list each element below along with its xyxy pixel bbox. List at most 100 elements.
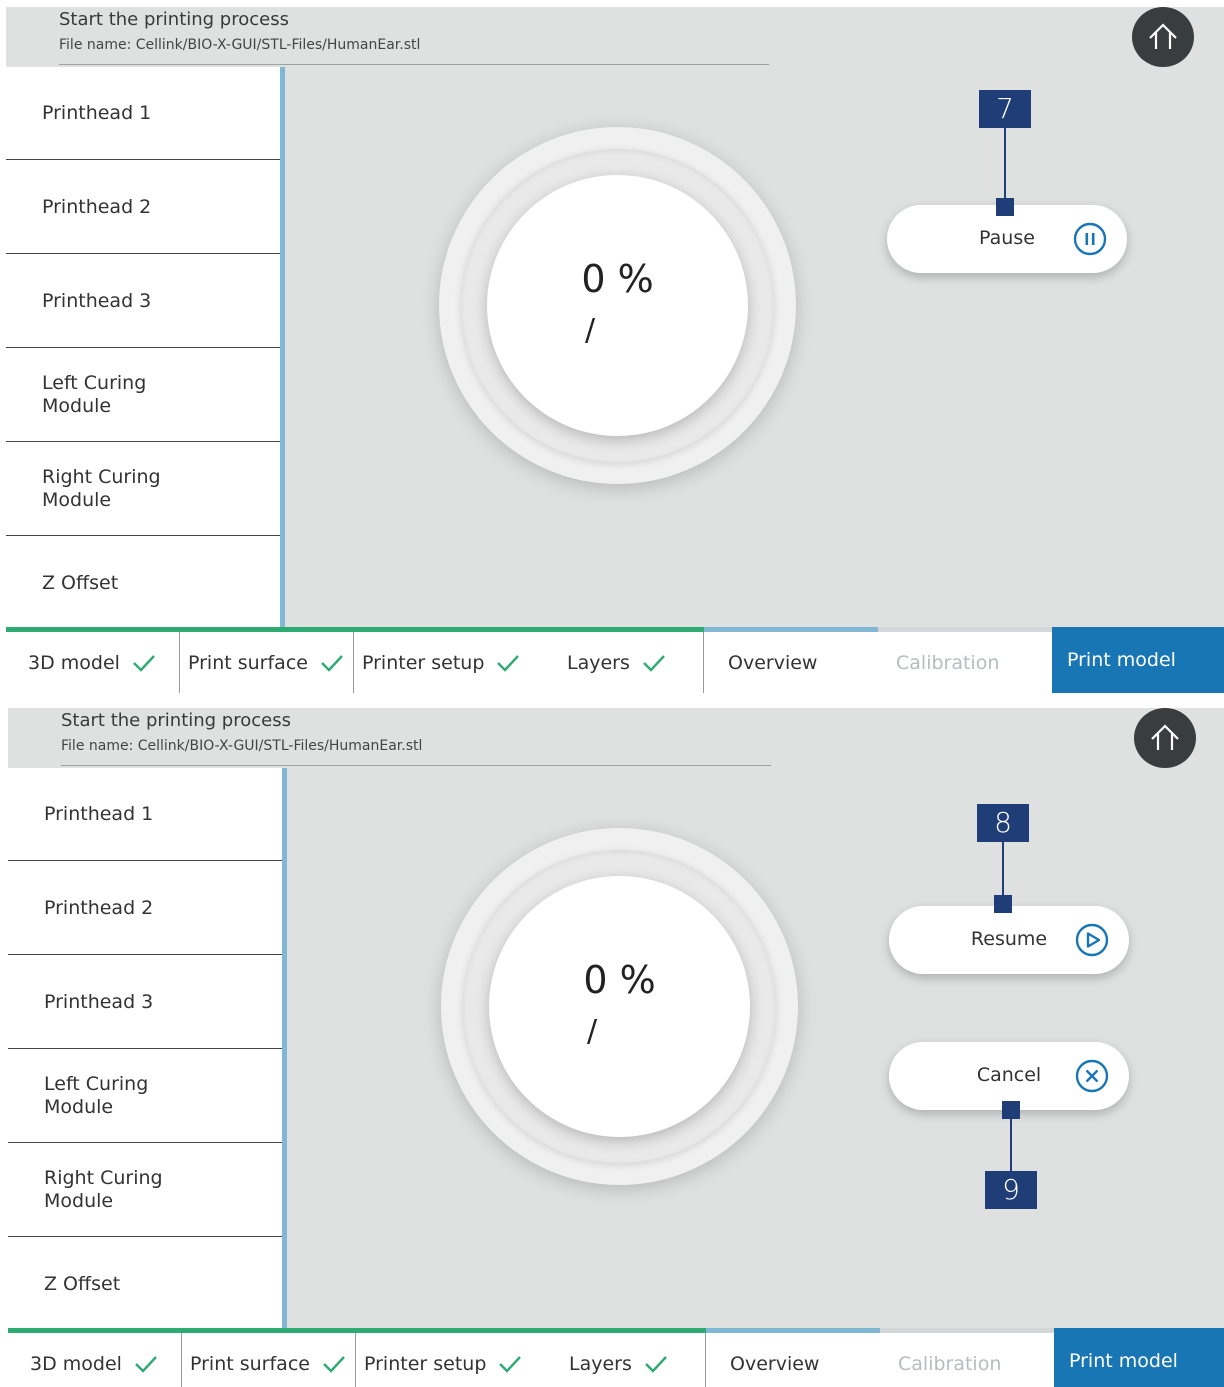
progress-percent: 0 % [583,958,656,1002]
sidebar-item-printhead-2[interactable]: Printhead 2 [6,161,280,254]
file-name: File name: Cellink/BIO-X-GUI/STL-Files/H… [59,37,421,53]
sidebar-item-label: Left Curing Module [44,1073,149,1118]
sidebar-item-z-offset[interactable]: Z Offset [6,537,280,630]
page-title: Start the printing process [59,9,289,30]
resume-button[interactable]: Resume [889,906,1129,974]
sidebar-border [280,67,285,627]
tab-calibration[interactable]: Calibration [880,1333,1054,1387]
wizard-tabbar: 3D model Print surface Printer setup Lay… [6,627,1224,693]
progress-dial-center: 0 % / [487,175,748,436]
sidebar-item-label: Printhead 1 [44,802,154,825]
sidebar-item-label: Z Offset [42,572,119,594]
sidebar-item-label: Right Curing Module [44,1167,163,1212]
sidebar-item-label: Printhead 3 [44,990,154,1013]
callout-cancel-number: 9 [985,1171,1037,1209]
tab-label: Print model [1067,649,1176,671]
tab-label: Print surface [190,1352,310,1375]
home-icon [1151,724,1179,750]
progress-percent: 0 % [581,257,654,301]
header-divider [61,765,771,766]
sidebar-item-printhead-1[interactable]: Printhead 1 [8,768,282,861]
wizard-tabbar: 3D model Print surface Printer setup Lay… [8,1328,1224,1387]
tab-label: Overview [728,651,818,674]
sidebar-item-printhead-2[interactable]: Printhead 2 [8,862,282,955]
tab-label: 3D model [30,1352,122,1375]
check-icon [321,654,343,672]
close-circle-icon [1075,1059,1109,1093]
tab-3d-model[interactable]: 3D model [6,632,180,693]
tab-layers[interactable]: Layers [528,632,704,693]
tab-3d-model[interactable]: 3D model [8,1333,182,1387]
callout-resume-anchor [994,895,1012,913]
tab-label: Layers [569,1352,632,1375]
check-icon [133,654,155,672]
callout-pause-anchor [996,198,1014,216]
callout-resume-number: 8 [977,804,1029,842]
check-icon [135,1355,157,1373]
check-icon [645,1355,667,1373]
sidebar-item-left-curing-module[interactable]: Left Curing Module [8,1050,282,1143]
tab-label: Calibration [898,1352,1002,1375]
sidebar-item-label: Z Offset [44,1273,121,1295]
sidebar-item-label: Right Curing Module [42,466,161,511]
sidebar-border [282,768,287,1328]
page-title: Start the printing process [61,710,291,731]
check-icon [497,654,520,672]
tab-label: Overview [730,1352,820,1375]
sidebar-item-printhead-1[interactable]: Printhead 1 [6,67,280,160]
progress-dial-ring: 0 % / [463,850,776,1163]
callout-cancel-line [1010,1119,1012,1171]
progress-dial-ring: 0 % / [461,149,774,462]
callout-resume-line [1002,842,1004,896]
sidebar-item-printhead-3[interactable]: Printhead 3 [8,956,282,1049]
tab-print-surface[interactable]: Print surface [180,632,354,693]
sidebar-item-right-curing-module[interactable]: Right Curing Module [6,443,280,536]
tab-overview[interactable]: Overview [704,632,878,693]
tab-calibration[interactable]: Calibration [878,632,1052,693]
sidebar-item-z-offset[interactable]: Z Offset [8,1238,282,1331]
progress-dial: 0 % / [439,127,796,484]
tab-layers[interactable]: Layers [530,1333,706,1387]
file-name: File name: Cellink/BIO-X-GUI/STL-Files/H… [61,738,423,754]
header-divider [59,64,769,65]
sidebar-item-left-curing-module[interactable]: Left Curing Module [6,349,280,442]
tab-printer-setup[interactable]: Printer setup [356,1333,530,1387]
header: Start the printing process File name: Ce… [8,708,1224,768]
home-button[interactable] [1132,7,1194,67]
sidebar: Printhead 1 Printhead 2 Printhead 3 Left… [6,67,280,627]
tab-label: Print surface [188,651,308,674]
play-circle-icon [1075,923,1109,957]
progress-dial: 0 % / [441,828,798,1185]
progress-subtext: / [587,1014,598,1049]
tab-print-model[interactable]: Print model [1054,1328,1224,1387]
print-screen-paused: Start the printing process File name: Ce… [8,708,1224,1387]
sidebar-item-label: Printhead 2 [44,896,154,919]
tab-label: Print model [1069,1350,1178,1372]
home-icon [1149,23,1177,49]
sidebar-item-printhead-3[interactable]: Printhead 3 [6,255,280,348]
callout-pause-number: 7 [979,90,1031,128]
check-icon [323,1355,345,1373]
check-icon [499,1355,522,1373]
sidebar: Printhead 1 Printhead 2 Printhead 3 Left… [8,768,282,1328]
home-button[interactable] [1134,708,1196,768]
cancel-button[interactable]: Cancel [889,1042,1129,1110]
header: Start the printing process File name: Ce… [6,7,1224,67]
sidebar-item-label: Printhead 1 [42,101,152,124]
tab-printer-setup[interactable]: Printer setup [354,632,528,693]
tab-label: Printer setup [362,651,485,674]
sidebar-item-right-curing-module[interactable]: Right Curing Module [8,1144,282,1237]
callout-cancel-anchor [1002,1101,1020,1119]
tab-print-surface[interactable]: Print surface [182,1333,356,1387]
tab-overview[interactable]: Overview [706,1333,880,1387]
check-icon [643,654,665,672]
progress-subtext: / [585,313,596,348]
sidebar-item-label: Left Curing Module [42,372,147,417]
progress-dial-center: 0 % / [489,876,750,1137]
tab-label: Calibration [896,651,1000,674]
sidebar-item-label: Printhead 2 [42,195,152,218]
tab-print-model[interactable]: Print model [1052,627,1224,693]
tab-label: 3D model [28,651,120,674]
sidebar-item-label: Printhead 3 [42,289,152,312]
print-screen-running: Start the printing process File name: Ce… [6,7,1224,693]
